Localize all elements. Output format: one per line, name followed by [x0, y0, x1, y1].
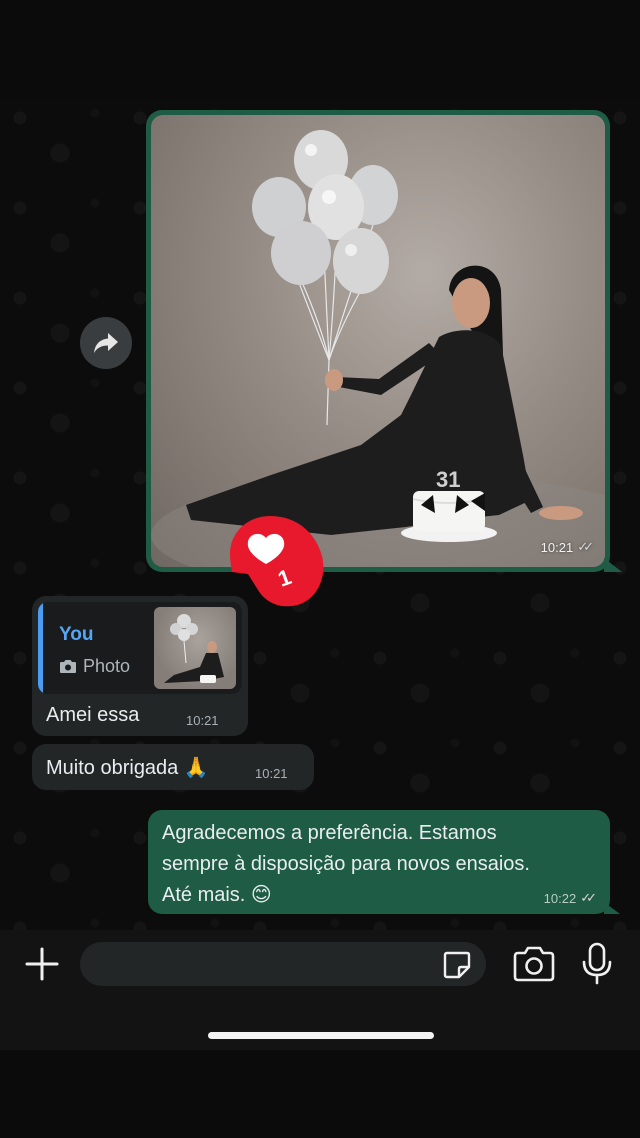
photo-timestamp: 10:21 ✓✓ — [540, 539, 594, 555]
message-line-3: Até mais. 😊 — [162, 884, 272, 906]
photo-time-text: 10:21 — [540, 539, 574, 555]
incoming-message-bubble[interactable]: Muito obrigada 🙏 10:21 — [32, 744, 314, 790]
cake-topper-number: 31 — [436, 467, 460, 492]
quoted-message[interactable]: You Photo — [38, 602, 242, 694]
forward-button[interactable] — [80, 317, 132, 369]
bottom-area — [0, 1050, 640, 1138]
bubble-tail — [604, 558, 622, 572]
message-text: Agradecemos a preferência. Estamos sempr… — [162, 818, 602, 911]
message-time: 10:21 — [186, 713, 219, 728]
forward-arrow-icon — [94, 333, 118, 353]
message-text: Muito obrigada 🙏 — [46, 757, 209, 779]
microphone-icon — [582, 942, 612, 985]
message-text: Amei essa — [46, 704, 140, 726]
message-line-2: sempre à disposição para novos ensaios. — [162, 853, 530, 875]
message-time: 10:21 — [255, 766, 288, 781]
quote-type: Photo — [59, 656, 130, 677]
quote-accent-bar — [38, 602, 43, 694]
message-time: 10:22 — [543, 890, 577, 906]
double-check-icon: ✓✓ — [580, 890, 597, 905]
image-message-bubble[interactable]: 31 10:21 ✓✓ — [146, 110, 622, 572]
birthday-photo[interactable]: 31 10:21 ✓✓ — [151, 115, 605, 567]
message-timestamp: 10:22 ✓✓ — [543, 890, 597, 906]
message-line-1: Agradecemos a preferência. Estamos — [162, 822, 497, 844]
home-indicator[interactable] — [208, 1032, 434, 1039]
outgoing-message-bubble[interactable]: Agradecemos a preferência. Estamos sempr… — [148, 810, 620, 914]
camera-button[interactable] — [512, 944, 556, 984]
plus-icon — [25, 947, 59, 981]
double-check-icon: ✓✓ — [577, 539, 594, 554]
bubble-tail — [604, 902, 620, 914]
reply-message-bubble[interactable]: You Photo Amei essa 10:21 — [32, 596, 248, 736]
quote-type-label: Photo — [83, 656, 131, 676]
camera-icon — [513, 946, 555, 982]
quote-thumbnail — [154, 607, 236, 689]
camera-icon — [60, 660, 76, 673]
status-bar-area — [0, 0, 640, 98]
sticker-button[interactable] — [442, 950, 472, 980]
sticker-icon — [443, 951, 471, 979]
attach-button[interactable] — [22, 942, 62, 986]
message-input[interactable] — [80, 942, 486, 986]
quote-author: You — [59, 624, 94, 645]
microphone-button[interactable] — [580, 942, 614, 986]
